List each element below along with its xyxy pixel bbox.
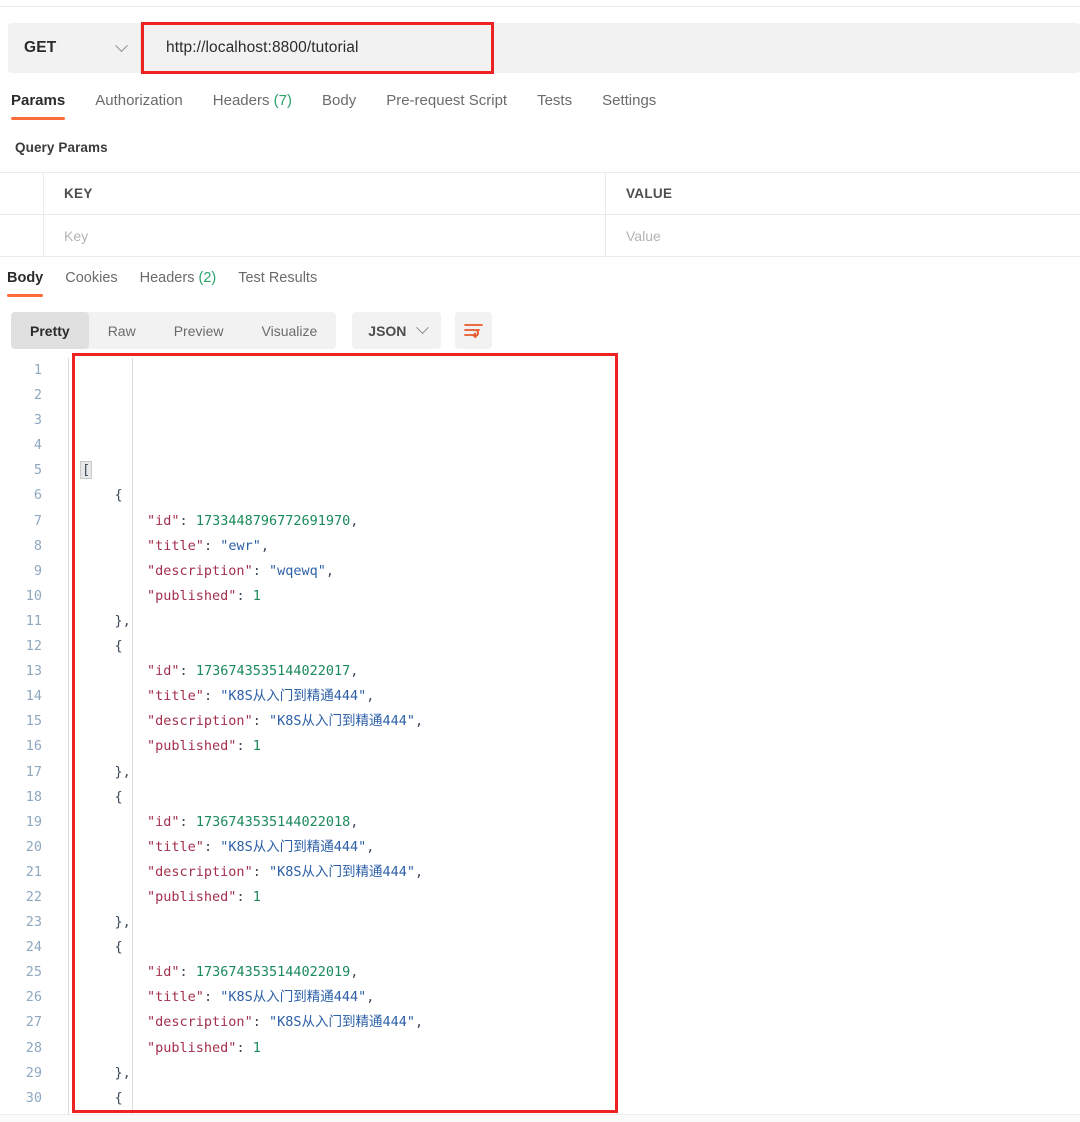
view-mode-group: Pretty Raw Preview Visualize: [11, 312, 336, 349]
response-tab-headers-label: Headers: [140, 270, 195, 286]
tab-body-label: Body: [322, 92, 356, 109]
response-tab-body[interactable]: Body: [7, 268, 43, 297]
response-tab-test-results[interactable]: Test Results: [238, 268, 317, 297]
request-tabs: Params Authorization Headers (7) Body Pr…: [0, 90, 1080, 128]
table-row: Key Value: [0, 215, 1080, 257]
param-value-input[interactable]: Value: [606, 215, 1080, 256]
url-bar: GET http://localhost:8800/tutorial: [8, 23, 1080, 73]
chevron-down-icon: [115, 39, 128, 52]
tab-pre-request-script[interactable]: Pre-request Script: [386, 90, 507, 120]
tab-tests[interactable]: Tests: [537, 90, 572, 120]
top-divider: [0, 6, 1080, 7]
tab-params-label: Params: [11, 92, 65, 109]
tab-pre-request-script-label: Pre-request Script: [386, 92, 507, 109]
column-header-value-label: VALUE: [626, 186, 672, 201]
postman-request-response-pane: GET http://localhost:8800/tutorial Param…: [0, 0, 1080, 1122]
param-value-placeholder: Value: [626, 228, 661, 244]
http-method-label: GET: [24, 39, 56, 57]
row-checkbox-cell[interactable]: [0, 215, 44, 256]
view-mode-pretty-label: Pretty: [30, 323, 70, 339]
line-number-gutter: 1234567891011121314151617181920212223242…: [0, 358, 56, 1115]
view-mode-raw[interactable]: Raw: [89, 312, 155, 349]
response-body-code-viewer[interactable]: 1234567891011121314151617181920212223242…: [0, 358, 1080, 1115]
param-key-input[interactable]: Key: [44, 215, 606, 256]
param-key-placeholder: Key: [64, 228, 88, 244]
response-tabs: Body Cookies Headers (2) Test Results: [0, 268, 1080, 304]
response-format-label: JSON: [368, 323, 406, 339]
tab-authorization[interactable]: Authorization: [95, 90, 183, 120]
response-tab-cookies[interactable]: Cookies: [65, 268, 117, 297]
json-code-content[interactable]: [ { "id": 1733448796772691970, "title": …: [56, 358, 1080, 1115]
column-header-value: VALUE: [606, 173, 1080, 214]
tab-headers[interactable]: Headers (7): [213, 90, 292, 120]
view-mode-visualize[interactable]: Visualize: [243, 312, 337, 349]
tab-headers-count: (7): [274, 92, 292, 109]
select-all-cell: [0, 173, 44, 214]
tab-authorization-label: Authorization: [95, 92, 183, 109]
tab-settings-label: Settings: [602, 92, 656, 109]
tab-params[interactable]: Params: [11, 90, 65, 120]
view-mode-preview-label: Preview: [174, 323, 224, 339]
response-tab-headers-count: (2): [198, 270, 216, 286]
column-header-key: KEY: [44, 173, 606, 214]
tab-settings[interactable]: Settings: [602, 90, 656, 120]
response-body-toolbar: Pretty Raw Preview Visualize JSON: [11, 312, 492, 349]
response-tab-cookies-label: Cookies: [65, 270, 117, 286]
view-mode-preview[interactable]: Preview: [155, 312, 243, 349]
tab-tests-label: Tests: [537, 92, 572, 109]
query-params-table: KEY VALUE Key Value: [0, 172, 1080, 257]
view-mode-visualize-label: Visualize: [262, 323, 318, 339]
url-input[interactable]: http://localhost:8800/tutorial: [141, 23, 1080, 73]
tab-body[interactable]: Body: [322, 90, 356, 120]
view-mode-raw-label: Raw: [108, 323, 136, 339]
bottom-strip: [0, 1115, 1080, 1122]
wrap-lines-icon: [463, 322, 484, 339]
response-format-select[interactable]: JSON: [352, 312, 441, 349]
view-mode-pretty[interactable]: Pretty: [11, 312, 89, 349]
column-header-key-label: KEY: [64, 186, 93, 201]
response-tab-body-label: Body: [7, 270, 43, 286]
response-tab-headers[interactable]: Headers (2): [140, 268, 217, 297]
table-header-row: KEY VALUE: [0, 173, 1080, 215]
query-params-title: Query Params: [15, 140, 108, 155]
chevron-down-icon: [417, 321, 430, 334]
response-tab-test-results-label: Test Results: [238, 270, 317, 286]
tab-headers-label: Headers: [213, 92, 270, 109]
wrap-lines-button[interactable]: [455, 312, 492, 349]
http-method-select[interactable]: GET: [8, 23, 141, 73]
